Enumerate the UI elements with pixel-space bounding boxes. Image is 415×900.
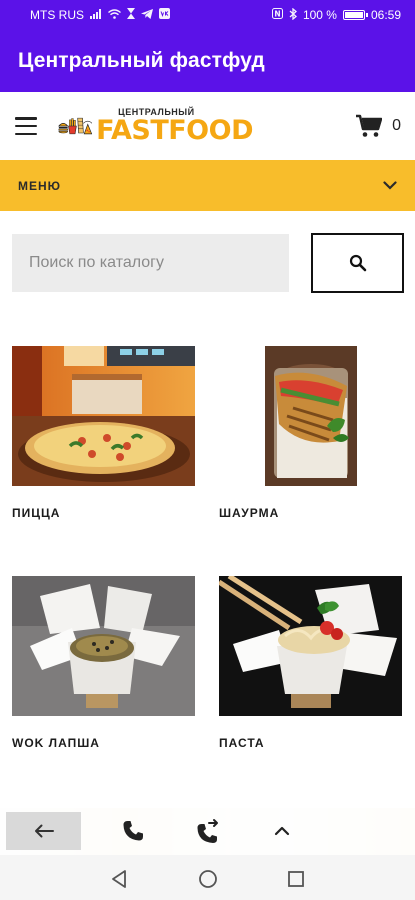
catalog-item-name: ШАУРМА (219, 506, 280, 520)
square-recents-icon (288, 871, 304, 887)
logo-big-text: FASTFOOD (96, 115, 253, 146)
app-title: Центральный фастфуд (18, 49, 265, 72)
clock: 06:59 (370, 8, 401, 22)
status-bar: MTS RUS N 100 % 06:59 (0, 0, 415, 30)
back-button[interactable] (6, 812, 81, 850)
scroll-top-button[interactable] (257, 812, 307, 850)
status-right: N 100 % 06:59 (271, 7, 401, 23)
logo-text: ЦЕНТРАЛЬНЫЙ FASTFOOD (96, 108, 253, 146)
bluetooth-icon (289, 7, 297, 23)
hamburger-menu-icon[interactable] (15, 117, 37, 135)
pizza-image (12, 346, 195, 486)
nav-back-button[interactable] (108, 868, 130, 890)
catalog-item-shawarma[interactable]: ШАУРМА (219, 346, 402, 520)
catalog-item-pasta[interactable]: ПАСТА (219, 576, 402, 750)
menu-dropdown[interactable]: МЕНЮ (0, 160, 415, 211)
menu-label: МЕНЮ (18, 178, 62, 193)
nfc-letter: N (274, 9, 280, 18)
vk-icon (159, 8, 170, 22)
catalog-item-name: ПИЦЦА (12, 506, 61, 520)
catalog-item-pizza[interactable]: ПИЦЦА (12, 346, 195, 520)
carrier-label: MTS RUS (30, 8, 84, 22)
cart-count: 0 (392, 117, 401, 134)
wifi-icon (108, 8, 121, 22)
triangle-back-icon (112, 870, 126, 888)
battery-icon (342, 10, 368, 20)
signal-icon (90, 8, 102, 22)
site-logo[interactable]: ЦЕНТРАЛЬНЫЙ FASTFOOD (58, 102, 253, 150)
circle-home-icon (199, 870, 217, 888)
cart-button[interactable]: 0 (356, 114, 401, 138)
app-bar: Центральный фастфуд (0, 30, 415, 92)
catalog-item-name: ПАСТА (219, 736, 265, 750)
nfc-icon: N (271, 8, 283, 22)
search-input[interactable] (12, 234, 289, 292)
telegram-icon (141, 8, 153, 22)
cart-icon (356, 114, 383, 137)
chevron-down-icon (383, 181, 397, 190)
catalog-item-wok-noodles[interactable]: WOK ЛАПША (12, 576, 195, 750)
phone-icon (123, 821, 143, 841)
nav-home-button[interactable] (197, 868, 219, 890)
battery-percent: 100 % (302, 8, 337, 22)
nav-recents-button[interactable] (285, 868, 307, 890)
wok-noodles-image (12, 576, 195, 716)
hourglass-icon (127, 8, 135, 22)
catalog-item-name: WOK ЛАПША (12, 736, 100, 750)
search-button[interactable] (311, 233, 404, 293)
chevron-up-icon (274, 826, 290, 836)
call-button[interactable] (108, 812, 158, 850)
call-forward-button[interactable] (183, 812, 233, 850)
arrow-left-icon (34, 824, 54, 838)
logo-food-icons (58, 117, 93, 135)
phone-forward-icon (197, 819, 218, 843)
search-icon (349, 254, 366, 272)
site-header: ЦЕНТРАЛЬНЫЙ FASTFOOD 0 (0, 92, 415, 160)
shawarma-image (219, 346, 402, 486)
pasta-image (219, 576, 402, 716)
status-left: MTS RUS (30, 8, 170, 22)
